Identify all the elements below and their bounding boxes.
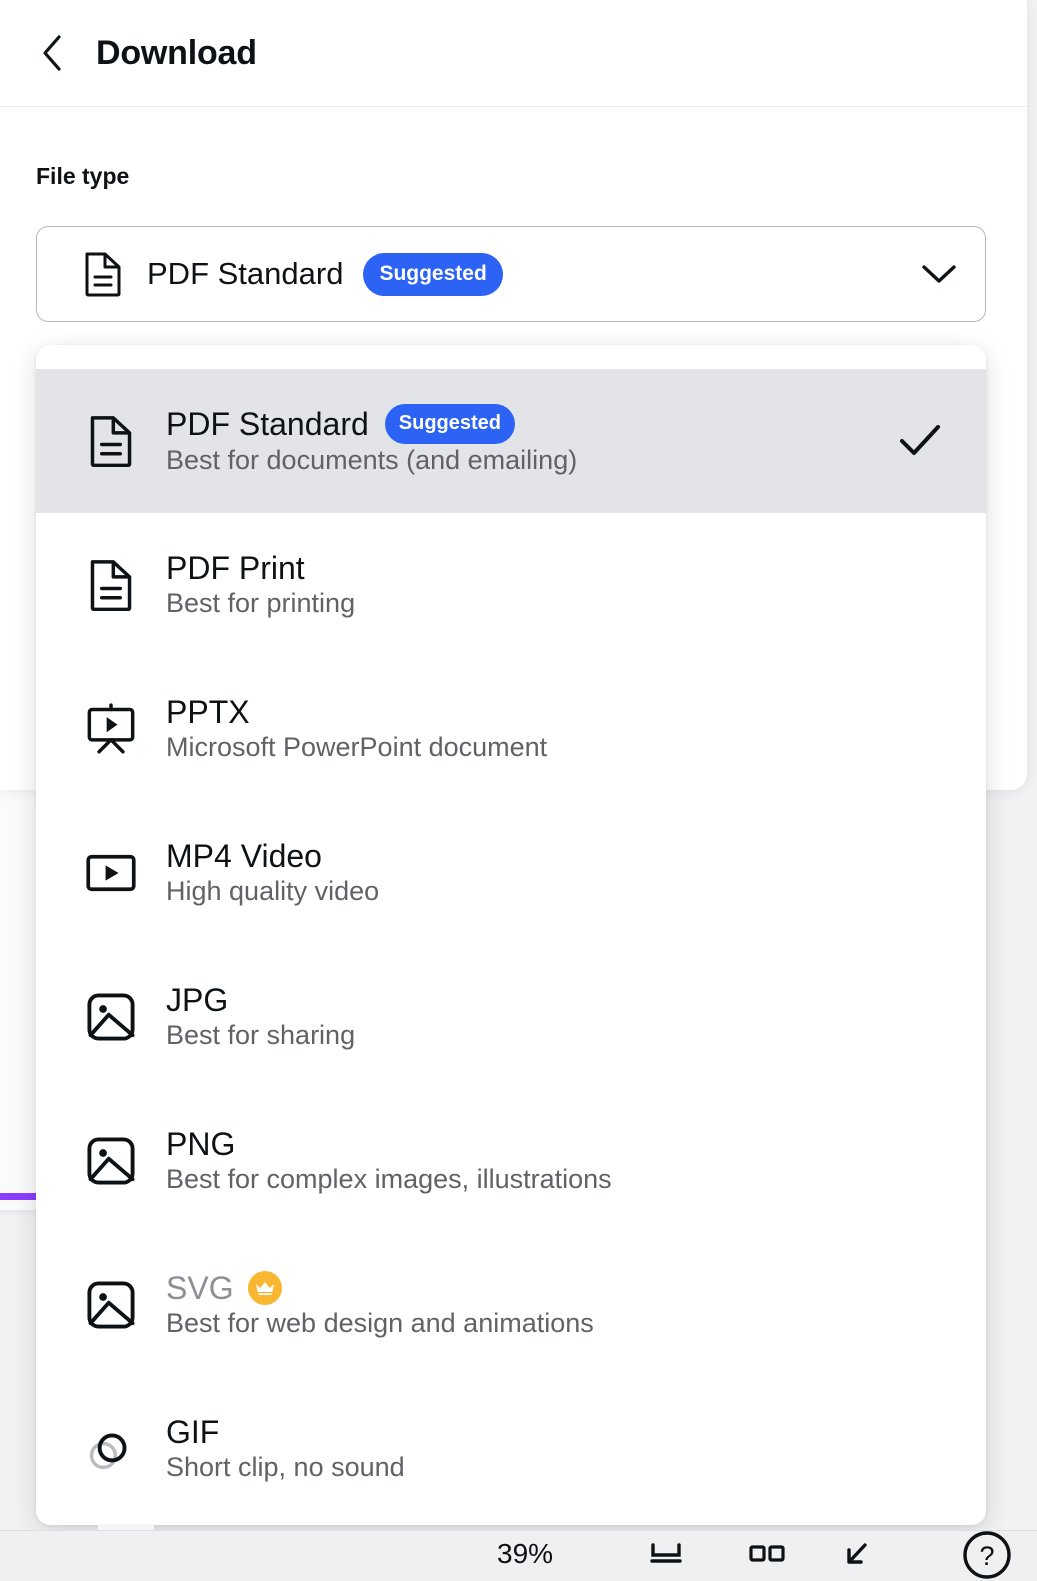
- pdf-file-icon: [82, 414, 140, 468]
- page-title: Download: [96, 33, 257, 72]
- option-description: Microsoft PowerPoint document: [166, 731, 548, 762]
- option-text: PDF Standard Suggested Best for document…: [166, 404, 577, 478]
- grid-view-icon[interactable]: [745, 1535, 789, 1577]
- option-description: Best for web design and animations: [166, 1307, 594, 1338]
- pdf-file-icon: [82, 558, 140, 612]
- file-type-value: PDF Standard: [147, 256, 344, 291]
- option-title: PDF Print: [166, 549, 305, 586]
- zoom-level[interactable]: 39%: [497, 1538, 553, 1570]
- option-title-row: JPG: [166, 982, 355, 1019]
- dropdown-option-pdf-print[interactable]: PDF Print Best for printing: [36, 513, 986, 657]
- option-title-row: PPTX: [166, 694, 547, 731]
- option-description: Best for printing: [166, 587, 356, 618]
- option-text: PPTX Microsoft PowerPoint document: [166, 694, 547, 765]
- option-title-row: PDF Standard Suggested: [166, 404, 577, 445]
- option-title-row: PDF Print: [166, 550, 355, 587]
- crown-icon: [247, 1271, 282, 1306]
- presentation-icon: [82, 703, 140, 755]
- option-title-row: MP4 Video: [166, 838, 379, 875]
- file-type-select[interactable]: PDF Standard Suggested: [36, 226, 986, 322]
- option-description: Best for sharing: [166, 1019, 356, 1050]
- dropdown-option-gif[interactable]: GIF Short clip, no sound: [36, 1377, 986, 1521]
- option-title: MP4 Video: [166, 837, 322, 874]
- image-icon: [82, 1280, 140, 1330]
- file-type-label: File type: [36, 163, 130, 189]
- option-title-row: SVG: [166, 1270, 594, 1307]
- help-button[interactable]: ?: [959, 1527, 1015, 1581]
- chevron-down-icon[interactable]: [919, 261, 959, 287]
- option-title: GIF: [166, 1413, 220, 1450]
- option-text: PNG Best for complex images, illustratio…: [166, 1126, 612, 1197]
- notes-panel-icon[interactable]: [645, 1535, 687, 1577]
- dropdown-option-png[interactable]: PNG Best for complex images, illustratio…: [36, 1089, 986, 1233]
- chevron-left-icon: [39, 33, 65, 73]
- option-title: SVG: [166, 1269, 234, 1306]
- panel-header: Download: [0, 0, 1027, 107]
- dropdown-option-pptx[interactable]: PPTX Microsoft PowerPoint document: [36, 657, 986, 801]
- collapse-arrow-icon[interactable]: [838, 1535, 876, 1577]
- purple-accent-rule: [0, 1193, 36, 1200]
- dropdown-option-svg[interactable]: SVG Best for web design and animations: [36, 1233, 986, 1377]
- app-root: Download File type PDF Standard Suggeste…: [0, 0, 1037, 1581]
- image-icon: [82, 992, 140, 1042]
- option-description: Best for complex images, illustrations: [166, 1163, 612, 1194]
- option-text: JPG Best for sharing: [166, 982, 355, 1053]
- suggested-badge: Suggested: [384, 404, 516, 445]
- option-description: High quality video: [166, 875, 380, 906]
- option-title: JPG: [166, 981, 229, 1018]
- file-type-dropdown[interactable]: PDF Standard Suggested Best for document…: [36, 345, 986, 1525]
- dropdown-option-mp4-video[interactable]: MP4 Video High quality video: [36, 801, 986, 945]
- option-text: MP4 Video High quality video: [166, 838, 379, 909]
- option-text: SVG Best for web design and animations: [166, 1270, 594, 1341]
- svg-text:?: ?: [979, 1541, 994, 1571]
- option-title: PPTX: [166, 693, 250, 730]
- option-title-row: GIF: [166, 1414, 405, 1451]
- dropdown-option-jpg[interactable]: JPG Best for sharing: [36, 945, 986, 1089]
- option-text: PDF Print Best for printing: [166, 550, 355, 621]
- check-icon: [894, 421, 946, 461]
- option-description: Best for documents (and emailing): [166, 445, 578, 476]
- option-description: Short clip, no sound: [166, 1451, 405, 1482]
- video-icon: [82, 853, 140, 893]
- suggested-badge: Suggested: [363, 252, 503, 296]
- option-text: GIF Short clip, no sound: [166, 1414, 405, 1485]
- option-title: PDF Standard: [166, 405, 369, 442]
- option-title-row: PNG: [166, 1126, 612, 1163]
- back-button[interactable]: [30, 31, 74, 75]
- pdf-file-icon: [81, 251, 125, 297]
- image-icon: [82, 1136, 140, 1186]
- help-question-icon: ?: [963, 1531, 1011, 1579]
- option-title: PNG: [166, 1125, 236, 1162]
- gif-circles-icon: [82, 1424, 140, 1474]
- bottom-toolbar: 39% ?: [0, 1530, 1037, 1581]
- dropdown-option-pdf-standard[interactable]: PDF Standard Suggested Best for document…: [36, 369, 986, 513]
